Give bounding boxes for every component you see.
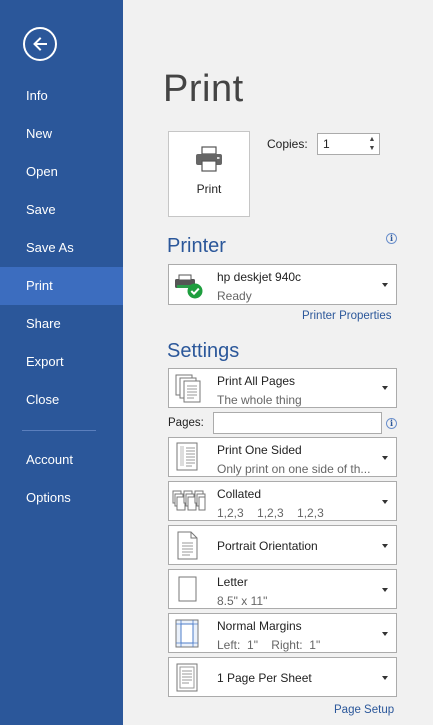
sidebar-item-close[interactable]: Close [0,381,123,419]
chevron-down-icon [382,632,388,636]
page-title: Print [163,68,244,110]
collation-description: 1,2,3 1,2,3 1,2,3 [217,506,324,520]
print-button-label: Print [196,182,222,196]
sidebar-item-account[interactable]: Account [0,441,123,479]
paper-size-select[interactable]: Letter 8.5" x 11" [168,569,397,609]
paper-size-value: Letter [217,575,248,589]
margins-select[interactable]: Normal Margins Left: 1" Right: 1" [168,613,397,653]
paper-size-icon [178,576,197,602]
portrait-orientation-icon [177,531,198,560]
printer-status: Ready [217,289,252,303]
page-per-sheet-icon [176,663,198,692]
backstage-sidebar: Info New Open Save Save As Print Share E… [0,0,123,725]
chevron-down-icon [382,544,388,548]
printer-status-icon [175,274,203,299]
orientation-value: Portrait Orientation [217,539,318,553]
sidebar-item-save[interactable]: Save [0,191,123,229]
sidebar-item-options[interactable]: Options [0,479,123,517]
one-sided-icon [176,442,198,471]
sidebar-item-export[interactable]: Export [0,343,123,381]
chevron-down-icon [382,588,388,592]
sidebar-divider [22,430,96,431]
pages-info-icon[interactable]: i [386,418,397,429]
sidebar-item-open[interactable]: Open [0,153,123,191]
page-range-value: Print All Pages [217,374,296,388]
sidebar-item-save-as[interactable]: Save As [0,229,123,267]
copies-value: 1 [323,137,330,151]
arrow-left-icon [33,37,47,51]
sides-select[interactable]: Print One Sided Only print on one side o… [168,437,397,477]
copies-label: Copies: [267,137,308,151]
copies-increment-icon[interactable]: ▲ [367,135,377,144]
page-range-select[interactable]: Print All Pages The whole thing [168,368,397,408]
sidebar-item-share[interactable]: Share [0,305,123,343]
sidebar-item-info[interactable]: Info [0,77,123,115]
pages-per-sheet-select[interactable]: 1 Page Per Sheet [168,657,397,697]
sidebar-item-print[interactable]: Print [0,267,123,305]
printer-icon [196,146,222,172]
printer-name: hp deskjet 940c [217,270,302,284]
collation-value: Collated [217,487,262,501]
printer-info-icon[interactable]: i [386,233,397,244]
margins-value: Normal Margins [217,619,302,633]
margins-description: Left: 1" Right: 1" [217,638,321,652]
page-setup-link[interactable]: Page Setup [334,704,394,716]
copies-stepper[interactable]: 1 ▲ ▼ [317,133,380,155]
orientation-select[interactable]: Portrait Orientation [168,525,397,565]
copies-decrement-icon[interactable]: ▼ [367,144,377,153]
paper-size-dimensions: 8.5" x 11" [217,594,268,608]
sides-description: Only print on one side of th... [217,462,371,476]
settings-section-title: Settings [167,340,240,362]
sidebar-item-new[interactable]: New [0,115,123,153]
margins-icon [175,619,199,648]
printer-properties-link[interactable]: Printer Properties [302,310,391,322]
all-pages-icon [175,374,201,403]
chevron-down-icon [382,500,388,504]
chevron-down-icon [382,386,388,390]
print-button[interactable]: Print [168,131,250,217]
printer-section-title: Printer [167,235,226,257]
pages-per-sheet-value: 1 Page Per Sheet [217,671,312,685]
page-range-description: The whole thing [217,393,302,407]
chevron-down-icon [382,676,388,680]
pages-label: Pages: [168,417,204,429]
sides-value: Print One Sided [217,443,302,457]
chevron-down-icon [382,283,388,287]
back-button[interactable] [23,27,57,61]
print-pane: Print Print Copies: 1 ▲ ▼ Printer i hp d… [123,0,433,725]
printer-select[interactable]: hp deskjet 940c Ready [168,264,397,305]
collated-icon [172,490,206,511]
pages-input[interactable] [213,412,382,434]
chevron-down-icon [382,456,388,460]
collation-select[interactable]: Collated 1,2,3 1,2,3 1,2,3 [168,481,397,521]
